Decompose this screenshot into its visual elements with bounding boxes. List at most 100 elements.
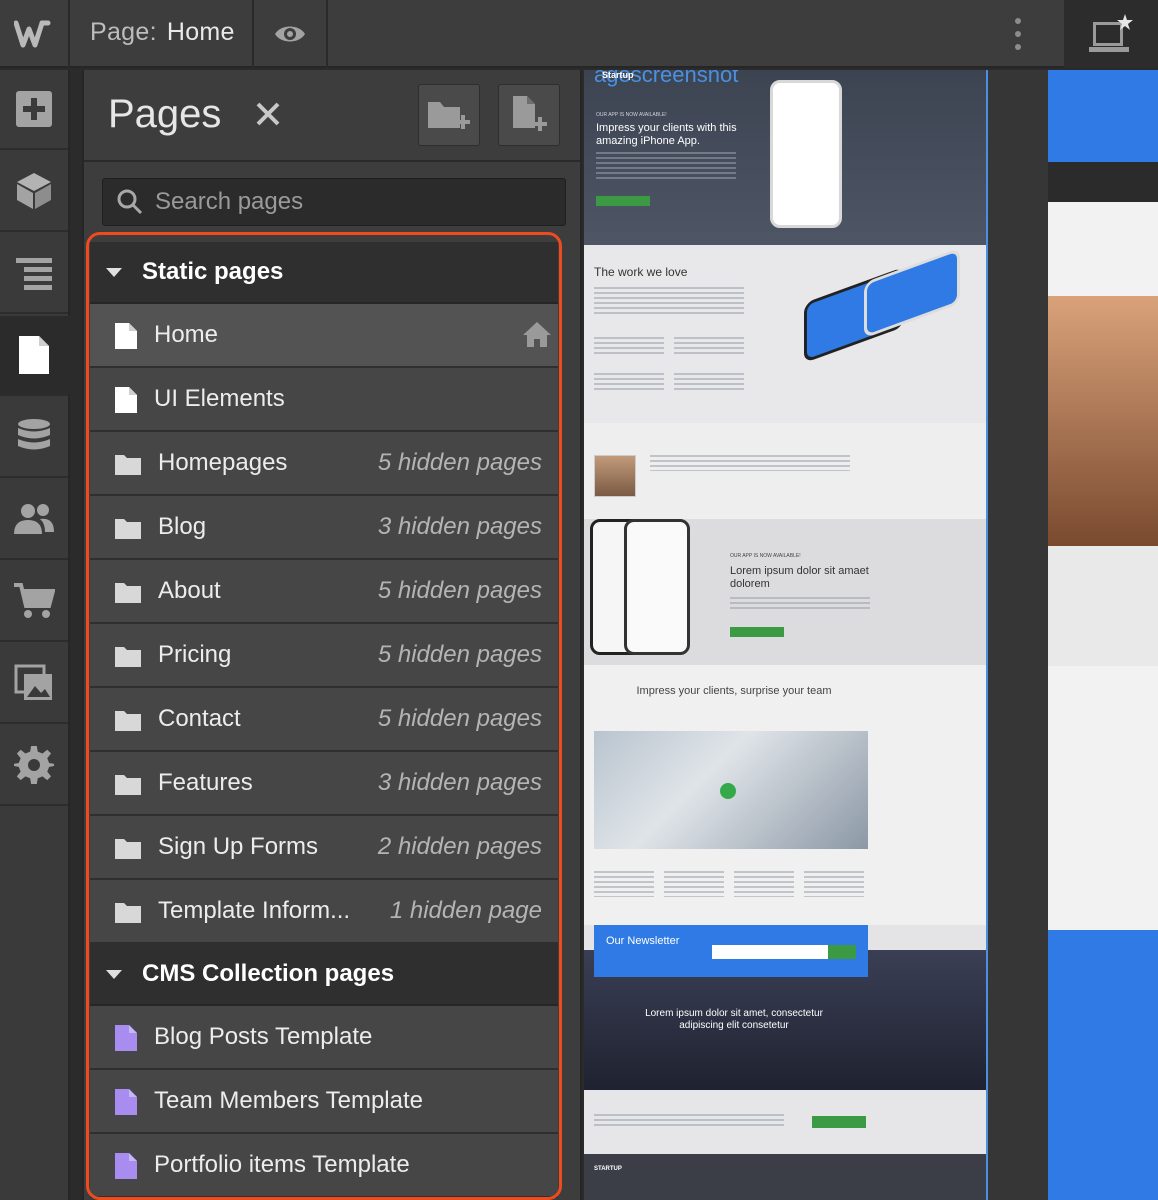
database-icon	[18, 419, 50, 450]
current-page-label[interactable]: Page: Home	[90, 18, 235, 47]
preview-block	[1048, 546, 1158, 666]
feature-text	[804, 871, 864, 897]
feature-text	[674, 373, 744, 391]
hero-kicker: OUR APP IS NOW AVAILABLE!	[596, 112, 667, 118]
folder-row-contact[interactable]: Contact 5 hidden pages	[90, 688, 558, 752]
section-label: CMS Collection pages	[142, 960, 395, 987]
add-folder-button[interactable]	[418, 84, 480, 146]
testimonial-section	[584, 423, 986, 519]
left-toolbar	[0, 70, 70, 1200]
folder-name: Pricing	[158, 641, 232, 668]
top-bar: Page: Home	[0, 0, 1158, 68]
hidden-count: 5 hidden pages	[377, 449, 542, 476]
folder-row-template-info[interactable]: Template Inform... 1 hidden page	[90, 880, 558, 944]
page-name: UI Elements	[154, 385, 285, 412]
preview-block	[1048, 70, 1158, 162]
folder-icon	[115, 455, 141, 475]
design-canvas[interactable]: agescreenshot Startup OUR APP IS NOW AVA…	[584, 70, 1158, 1200]
app-button	[730, 627, 784, 637]
folder-row-blog[interactable]: Blog 3 hidden pages	[90, 496, 558, 560]
page-screenshot[interactable]: agescreenshot Startup OUR APP IS NOW AVA…	[584, 70, 986, 1200]
folder-plus-icon	[428, 102, 470, 129]
page-row-ui-elements[interactable]: UI Elements	[90, 368, 558, 432]
caret-down-icon[interactable]	[106, 267, 122, 277]
folder-row-features[interactable]: Features 3 hidden pages	[90, 752, 558, 816]
feature-text	[594, 871, 654, 897]
symbols-button[interactable]	[0, 152, 68, 232]
page-icon	[115, 387, 137, 413]
hero-section: agescreenshot Startup OUR APP IS NOW AVA…	[584, 70, 986, 245]
join-text	[594, 1114, 784, 1128]
page-name: Blog Posts Template	[154, 1023, 373, 1050]
app-kicker: OUR APP IS NOW AVAILABLE!	[730, 553, 801, 559]
section-label: Static pages	[142, 258, 284, 285]
page-plus-icon	[513, 96, 547, 131]
cms-page-icon	[115, 1089, 137, 1115]
cube-icon	[17, 173, 51, 209]
preview-block	[1048, 930, 1158, 1200]
page-value: Home	[166, 18, 235, 46]
close-icon[interactable]	[254, 98, 282, 130]
device-laptop-icon[interactable]	[1064, 0, 1158, 68]
users-button[interactable]	[0, 480, 68, 560]
quote-text	[650, 455, 850, 471]
selection-outline	[986, 70, 988, 1200]
caret-down-icon[interactable]	[106, 969, 122, 979]
page-name: Portfolio items Template	[154, 1151, 410, 1178]
hidden-count: 2 hidden pages	[377, 833, 542, 860]
folder-row-homepages[interactable]: Homepages 5 hidden pages	[90, 432, 558, 496]
cms-row-portfolio-items[interactable]: Portfolio items Template	[90, 1134, 558, 1198]
page-name: Team Members Template	[154, 1087, 423, 1114]
preview-eye-icon[interactable]	[254, 0, 326, 68]
folder-name: About	[158, 577, 221, 604]
folder-name: Features	[158, 769, 253, 796]
phone-image	[624, 519, 690, 655]
impress-heading: Impress your clients, surprise your team	[636, 685, 832, 697]
folder-icon	[115, 583, 141, 603]
search-box[interactable]	[102, 178, 566, 226]
static-pages-section[interactable]: Static pages	[90, 242, 558, 304]
cms-row-blog-posts[interactable]: Blog Posts Template	[90, 1006, 558, 1070]
navigator-button[interactable]	[0, 234, 68, 314]
app-heading: Lorem ipsum dolor sit amaet dolorem	[730, 565, 869, 590]
pages-button[interactable]	[0, 316, 70, 396]
cms-page-icon	[115, 1025, 137, 1051]
newsletter-button	[828, 945, 856, 959]
folder-row-about[interactable]: About 5 hidden pages	[90, 560, 558, 624]
footer-brand: STARTUP	[594, 1166, 622, 1172]
hidden-count: 5 hidden pages	[377, 577, 542, 604]
assets-button[interactable]	[0, 644, 68, 724]
pages-panel: Pages Static pages Home	[82, 70, 582, 1200]
panel-title: Pages	[108, 92, 222, 136]
hidden-count: 3 hidden pages	[377, 769, 542, 796]
cms-row-team-members[interactable]: Team Members Template	[90, 1070, 558, 1134]
add-page-button[interactable]	[498, 84, 560, 146]
hero-button	[596, 196, 650, 206]
folder-name: Homepages	[158, 449, 288, 476]
adjacent-page-preview[interactable]	[1048, 70, 1158, 1200]
gear-icon	[14, 745, 54, 784]
cms-button[interactable]	[0, 398, 68, 478]
add-elements-button[interactable]	[0, 70, 68, 150]
folder-row-pricing[interactable]: Pricing 5 hidden pages	[90, 624, 558, 688]
phone-image	[770, 80, 842, 228]
join-button	[812, 1116, 866, 1128]
more-vertical-icon[interactable]	[1004, 14, 1032, 54]
hidden-count: 5 hidden pages	[377, 641, 542, 668]
hero-text	[596, 152, 736, 182]
page-row-home[interactable]: Home	[90, 304, 558, 368]
folder-icon	[115, 711, 141, 731]
search-input[interactable]	[155, 188, 555, 216]
cms-pages-section[interactable]: CMS Collection pages	[90, 944, 558, 1006]
ecommerce-button[interactable]	[0, 562, 68, 642]
webflow-logo-icon[interactable]	[0, 0, 70, 68]
folder-icon	[115, 839, 141, 859]
avatar	[594, 455, 636, 497]
settings-button[interactable]	[0, 726, 68, 806]
feature-text	[594, 373, 664, 391]
feature-text	[664, 871, 724, 897]
folder-row-sign-up-forms[interactable]: Sign Up Forms 2 hidden pages	[90, 816, 558, 880]
page-key: Page:	[90, 18, 157, 46]
home-icon	[523, 322, 551, 347]
folder-icon	[115, 775, 141, 795]
